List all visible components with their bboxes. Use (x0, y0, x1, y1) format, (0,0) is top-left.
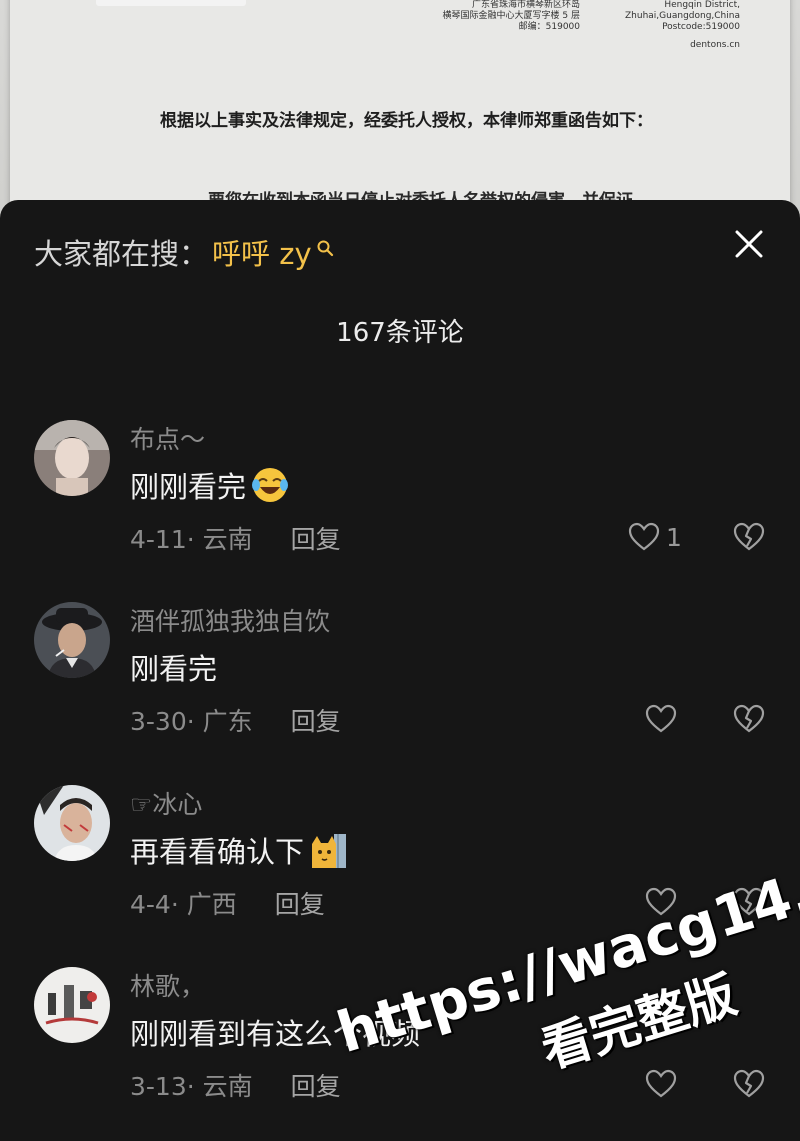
comment-text-content: 再看看确认下 (130, 835, 305, 869)
comment-meta: 3-30· 广东 回复 (130, 702, 341, 738)
broken-heart-icon (733, 522, 765, 551)
trending-search-term[interactable]: 呼呼 zy (212, 231, 312, 273)
comment-meta: 4-4· 广西 回复 (130, 885, 325, 921)
broken-heart-icon (733, 1069, 765, 1098)
document-website: dentons.cn (690, 40, 740, 50)
trending-search[interactable]: 大家都在搜： 呼呼 zy (34, 232, 334, 272)
comment-count: 167条评论 (336, 318, 464, 348)
reply-button[interactable]: 回复 (275, 885, 325, 921)
comment-username[interactable]: 布点～ (130, 420, 205, 456)
like-button[interactable] (645, 1069, 677, 1099)
heart-icon (628, 522, 660, 551)
comment-username[interactable]: 酒伴孤独我独自饮 (130, 602, 330, 638)
comment-date-location: 3-30· 广东 (130, 707, 253, 736)
avatar[interactable] (34, 967, 110, 1043)
like-button[interactable]: 1 (628, 522, 682, 552)
comment-text-content: 刚看完 (130, 652, 218, 686)
comment-username[interactable]: ☞冰心 (130, 785, 202, 821)
like-button[interactable] (645, 704, 677, 734)
comment-date-location: 4-4· 广西 (130, 890, 237, 919)
close-icon[interactable] (732, 227, 766, 261)
reply-button[interactable]: 回复 (291, 1067, 341, 1103)
search-icon[interactable] (316, 239, 334, 257)
document-address-cn: 广东省珠海市横琴新区环岛 横琴国际金融中心大厦写字楼 5 层 邮编：519000 (442, 0, 580, 32)
reply-button[interactable]: 回复 (291, 702, 341, 738)
comment-meta: 4-11· 云南 回复 (130, 520, 341, 556)
document-tab (96, 0, 246, 6)
comment-date-location: 3-13· 云南 (130, 1072, 253, 1101)
comment-username[interactable]: 林歌， (130, 967, 205, 1003)
peeking-cat-emoji-icon (312, 834, 347, 868)
avatar[interactable] (34, 420, 110, 496)
dislike-button[interactable] (733, 1069, 765, 1103)
avatar[interactable] (34, 602, 110, 678)
comment-text: 刚刚看完 (130, 464, 290, 506)
avatar[interactable] (34, 785, 110, 861)
heart-icon (645, 704, 677, 733)
trending-search-label: 大家都在搜： (34, 237, 209, 271)
broken-heart-icon (733, 704, 765, 733)
heart-icon (645, 1069, 677, 1098)
dislike-button[interactable] (733, 522, 765, 556)
like-count: 1 (666, 522, 682, 552)
comment-text: 再看看确认下 (130, 829, 348, 871)
document-address-en: Hengqin District, Zhuhai,Guangdong,China… (625, 0, 740, 32)
comment-text-content: 刚刚看完 (130, 470, 247, 504)
comment-item: 布点～ 刚刚看完 4-11· 云南 回复 1 (0, 420, 800, 590)
document-line-1: 根据以上事实及法律规定，经委托人授权，本律师郑重函告如下： (160, 111, 653, 131)
reply-button[interactable]: 回复 (291, 520, 341, 556)
comment-text: 刚看完 (130, 646, 217, 688)
dislike-button[interactable] (733, 704, 765, 738)
comment-meta: 3-13· 云南 回复 (130, 1067, 341, 1103)
comment-item: 酒伴孤独我独自饮 刚看完 3-30· 广东 回复 (0, 602, 800, 772)
laughing-crying-emoji-icon (252, 468, 289, 502)
comment-date-location: 4-11· 云南 (130, 525, 253, 554)
